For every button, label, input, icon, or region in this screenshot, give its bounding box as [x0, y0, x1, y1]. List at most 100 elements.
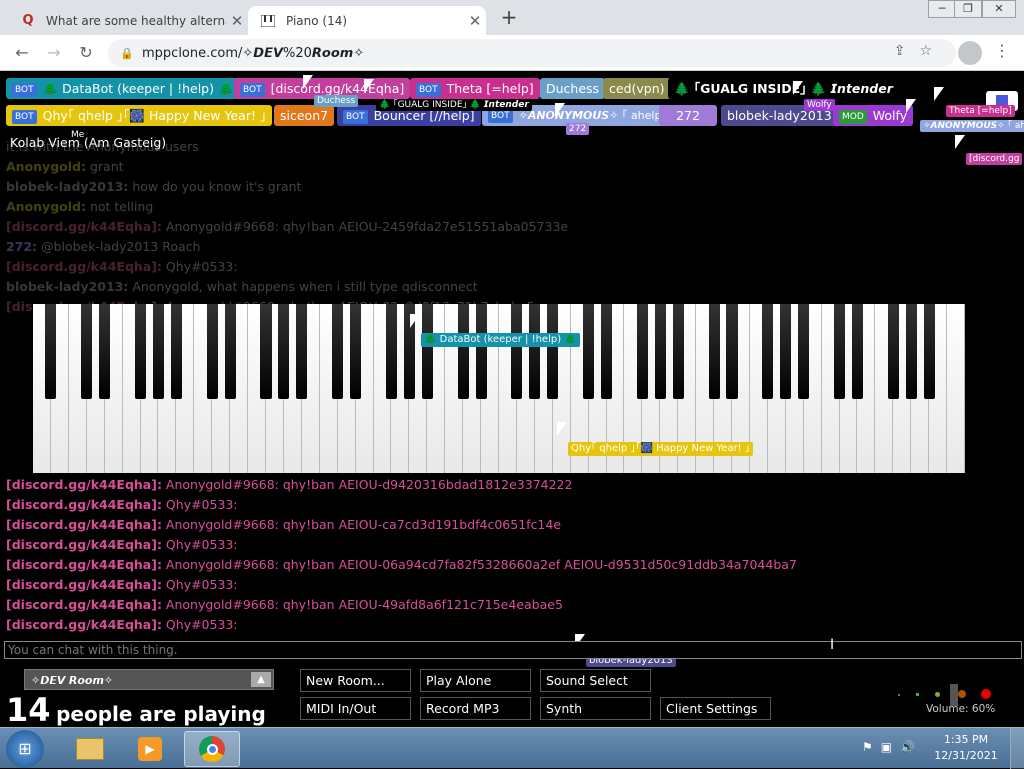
- midi-button[interactable]: MIDI In/Out: [300, 697, 411, 720]
- black-key[interactable]: [833, 304, 846, 399]
- black-key[interactable]: [529, 304, 541, 399]
- address-bar[interactable]: 🔒 mppclone.com/✧𝘿𝙀𝙑%20𝙍𝙤𝙤𝙢✧ ⇪☆: [108, 39, 956, 67]
- chrome-icon[interactable]: [184, 731, 240, 767]
- black-key[interactable]: [278, 304, 290, 399]
- black-key[interactable]: [296, 304, 308, 399]
- user-wolfy[interactable]: MOD Wolfy: [833, 105, 914, 126]
- sound-select-button[interactable]: Sound Select: [540, 669, 651, 692]
- cursor-icon: [955, 135, 965, 149]
- black-key[interactable]: [600, 304, 613, 399]
- forward-icon[interactable]: →: [42, 41, 66, 65]
- chat-message: [discord.gg/k44Eqha]: Anonygold#9668: qh…: [6, 597, 563, 613]
- black-key[interactable]: [726, 304, 738, 399]
- black-key[interactable]: [511, 304, 523, 399]
- black-key[interactable]: [654, 304, 666, 399]
- black-key[interactable]: [708, 304, 720, 399]
- black-key[interactable]: [905, 304, 917, 399]
- bot-tag: BOT: [488, 109, 513, 123]
- black-key[interactable]: [81, 304, 93, 399]
- chat-username: Anonygold:: [6, 199, 86, 214]
- maximize-button[interactable]: ❐: [954, 0, 982, 18]
- black-key[interactable]: [385, 304, 397, 399]
- user-gualg[interactable]: 🌲 ｢GUALG INSIDE｣ 🌲 𝙄𝙣𝙩𝙚𝙣𝙙𝙚𝙧: [668, 78, 899, 99]
- close-tab-icon[interactable]: ✕: [226, 12, 248, 30]
- piano-keyboard[interactable]: [33, 304, 965, 473]
- chat-username: [discord.gg/k44Eqha]:: [6, 537, 162, 552]
- black-key[interactable]: [152, 304, 164, 399]
- cursor-label-duchess: Duchess: [314, 95, 359, 107]
- black-key[interactable]: [547, 304, 559, 399]
- user-databot[interactable]: BOT 🌲 DataBot (keeper | !help) 🌲: [6, 78, 240, 99]
- black-key[interactable]: [780, 304, 792, 399]
- user-name: Wolfy: [872, 108, 908, 123]
- close-window-button[interactable]: ✕: [982, 0, 1016, 18]
- black-key[interactable]: [134, 304, 147, 399]
- user-theta[interactable]: BOT Theta [=help]: [410, 78, 540, 99]
- room-select[interactable]: ✧𝘿𝙀𝙑 𝙍𝙤𝙤𝙢✧ ▲: [24, 669, 274, 690]
- black-key[interactable]: [798, 304, 810, 399]
- client-settings-button[interactable]: Client Settings: [660, 697, 771, 720]
- black-key[interactable]: [421, 304, 433, 399]
- chat-text: Qhy#0533:: [161, 577, 238, 592]
- system-tray[interactable]: ⚑▣🔊: [862, 740, 923, 754]
- clock[interactable]: 1:35 PM 12/31/2021: [934, 732, 998, 764]
- close-tab-icon[interactable]: ✕: [464, 12, 486, 30]
- black-key[interactable]: [170, 304, 182, 399]
- user-qhy[interactable]: BOT Qhy｢ qhelp ｣｢🎆 Happy New Year! ｣: [6, 105, 273, 126]
- black-key[interactable]: [762, 304, 774, 399]
- chat-text: grant: [85, 159, 124, 174]
- share-star-icons[interactable]: ⇪☆: [894, 43, 946, 59]
- start-button[interactable]: ⊞: [6, 730, 44, 768]
- user-siceon[interactable]: siceon7: [274, 105, 335, 126]
- chevron-up-icon[interactable]: ▲: [251, 672, 271, 687]
- black-key[interactable]: [475, 304, 487, 399]
- record-mp3-button[interactable]: Record MP3: [420, 697, 531, 720]
- chat-text: Qhy#0533:: [161, 497, 238, 512]
- black-key[interactable]: [45, 304, 57, 399]
- white-key[interactable]: [947, 304, 965, 473]
- reload-icon[interactable]: ↻: [74, 41, 98, 65]
- black-key[interactable]: [851, 304, 863, 399]
- volume-dot: [958, 690, 966, 698]
- black-key[interactable]: [224, 304, 236, 399]
- user-name: siceon7: [280, 108, 329, 123]
- explorer-icon[interactable]: [62, 731, 118, 767]
- new-tab-button[interactable]: +: [496, 5, 522, 31]
- black-key[interactable]: [583, 304, 595, 399]
- chat-message: [discord.gg/k44Eqha]: Qhy#0533:: [6, 259, 238, 275]
- black-key[interactable]: [260, 304, 272, 399]
- volume-control[interactable]: Volume: 60%: [884, 681, 1004, 721]
- media-player-icon[interactable]: ▶: [122, 731, 178, 767]
- cursor-icon: [364, 79, 374, 93]
- chat-text: how do you know it's grant: [128, 179, 302, 194]
- play-alone-button[interactable]: Play Alone: [420, 669, 531, 692]
- black-key[interactable]: [923, 304, 935, 399]
- profile-avatar-icon[interactable]: [958, 41, 982, 65]
- cursor-label-theta: Theta [=help]: [946, 105, 1015, 117]
- minimize-button[interactable]: ─: [928, 0, 956, 18]
- new-room-button[interactable]: New Room...: [300, 669, 411, 692]
- black-key[interactable]: [332, 304, 344, 399]
- tab-piano[interactable]: Piano (14) ✕: [248, 6, 486, 35]
- tab-quora[interactable]: Q What are some healthy alternati ✕: [8, 6, 248, 35]
- black-key[interactable]: [206, 304, 218, 399]
- chat-username: [discord.gg/k44Eqha]:: [6, 557, 162, 572]
- black-key[interactable]: [350, 304, 362, 399]
- user-ced[interactable]: ced(vpn): [603, 78, 671, 99]
- chat-message: 272: @blobek-lady2013 Roach: [6, 239, 200, 255]
- user-272[interactable]: 272: [659, 105, 717, 126]
- black-key[interactable]: [99, 304, 111, 399]
- user-name: Theta [=help]: [446, 81, 534, 96]
- browser-tab-bar: Q What are some healthy alternati ✕ Pian…: [0, 0, 1024, 35]
- synth-button[interactable]: Synth: [540, 697, 651, 720]
- show-desktop-button[interactable]: [1010, 728, 1024, 769]
- chat-username: [discord.gg/k44Eqha]:: [6, 577, 162, 592]
- black-key[interactable]: [636, 304, 648, 399]
- black-key[interactable]: [672, 304, 684, 399]
- user-duchess[interactable]: Duchess: [540, 78, 606, 99]
- back-icon[interactable]: ←: [10, 41, 34, 65]
- black-key[interactable]: [457, 304, 469, 399]
- black-key[interactable]: [887, 304, 899, 399]
- chat-input[interactable]: [4, 641, 1022, 659]
- menu-dots-icon[interactable]: ⋮: [994, 41, 1010, 60]
